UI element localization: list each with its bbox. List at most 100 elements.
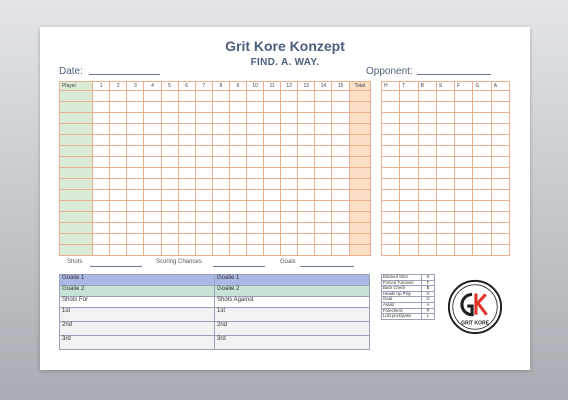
period-cell[interactable]: [109, 156, 128, 168]
stat-cell[interactable]: [380, 189, 401, 201]
date-line[interactable]: [89, 74, 160, 75]
period-cell[interactable]: [126, 200, 145, 212]
period-cell[interactable]: [177, 101, 196, 113]
stat-cell[interactable]: [417, 244, 437, 256]
period-cell[interactable]: [143, 112, 162, 124]
period-cell[interactable]: [92, 167, 111, 179]
player-name-cell[interactable]: [58, 211, 94, 223]
period-cell[interactable]: [211, 189, 230, 201]
stat-cell[interactable]: [454, 123, 474, 135]
shots-for-2nd[interactable]: 2nd: [59, 321, 215, 336]
stat-cell[interactable]: [454, 244, 474, 256]
stat-cell[interactable]: [454, 222, 474, 234]
stat-cell[interactable]: [399, 145, 419, 157]
player-name-cell[interactable]: [58, 156, 94, 168]
period-cell[interactable]: [280, 101, 299, 113]
shots-for-3rd[interactable]: 3rd: [59, 335, 215, 350]
period-cell[interactable]: [228, 145, 247, 157]
period-cell[interactable]: [228, 178, 247, 190]
period-cell[interactable]: [331, 211, 350, 223]
stat-cell[interactable]: [472, 101, 492, 113]
stat-cell[interactable]: [399, 112, 419, 124]
period-cell[interactable]: [126, 233, 145, 245]
period-cell[interactable]: [143, 189, 162, 201]
stat-cell[interactable]: [472, 112, 492, 124]
period-cell[interactable]: [263, 167, 282, 179]
period-cell[interactable]: [143, 222, 162, 234]
period-cell[interactable]: [194, 134, 213, 146]
period-cell[interactable]: [297, 222, 316, 234]
period-cell[interactable]: [331, 90, 350, 102]
stat-cell[interactable]: [454, 178, 474, 190]
total-cell[interactable]: [348, 189, 372, 201]
period-cell[interactable]: [331, 244, 350, 256]
period-cell[interactable]: [160, 123, 179, 135]
period-cell[interactable]: [314, 156, 333, 168]
stat-cell[interactable]: [399, 244, 419, 256]
period-cell[interactable]: [297, 244, 316, 256]
period-cell[interactable]: [126, 178, 145, 190]
period-cell[interactable]: [211, 90, 230, 102]
period-cell[interactable]: [228, 222, 247, 234]
period-cell[interactable]: [331, 123, 350, 135]
period-cell[interactable]: [297, 90, 316, 102]
stat-cell[interactable]: [472, 211, 492, 223]
player-name-cell[interactable]: [58, 167, 94, 179]
stat-cell[interactable]: [435, 134, 456, 146]
stat-cell[interactable]: [435, 211, 456, 223]
period-cell[interactable]: [228, 101, 247, 113]
opponent-line[interactable]: [417, 74, 491, 75]
stat-cell[interactable]: [490, 90, 511, 102]
stat-cell[interactable]: [380, 134, 401, 146]
period-cell[interactable]: [314, 244, 333, 256]
period-cell[interactable]: [109, 90, 128, 102]
goals-line[interactable]: [300, 266, 354, 267]
period-cell[interactable]: [280, 233, 299, 245]
period-cell[interactable]: [280, 222, 299, 234]
period-cell[interactable]: [245, 222, 265, 234]
period-cell[interactable]: [177, 134, 196, 146]
period-cell[interactable]: [263, 211, 282, 223]
stat-cell[interactable]: [454, 233, 474, 245]
period-cell[interactable]: [263, 123, 282, 135]
stat-cell[interactable]: [435, 233, 456, 245]
period-cell[interactable]: [177, 123, 196, 135]
period-cell[interactable]: [297, 145, 316, 157]
goalie-1-left[interactable]: Goalie 1: [59, 274, 215, 286]
total-cell[interactable]: [348, 178, 372, 190]
period-cell[interactable]: [126, 222, 145, 234]
stat-cell[interactable]: [472, 233, 492, 245]
period-cell[interactable]: [297, 178, 316, 190]
period-cell[interactable]: [160, 200, 179, 212]
stat-cell[interactable]: [417, 123, 437, 135]
stat-cell[interactable]: [399, 189, 419, 201]
period-cell[interactable]: [126, 134, 145, 146]
period-cell[interactable]: [228, 200, 247, 212]
stat-cell[interactable]: [399, 211, 419, 223]
stat-cell[interactable]: [490, 123, 511, 135]
period-cell[interactable]: [160, 167, 179, 179]
period-cell[interactable]: [109, 167, 128, 179]
stat-cell[interactable]: [380, 101, 401, 113]
period-cell[interactable]: [280, 178, 299, 190]
period-cell[interactable]: [297, 123, 316, 135]
stat-cell[interactable]: [472, 222, 492, 234]
stat-cell[interactable]: [490, 101, 511, 113]
stat-cell[interactable]: [454, 200, 474, 212]
period-cell[interactable]: [126, 101, 145, 113]
stat-cell[interactable]: [472, 145, 492, 157]
period-cell[interactable]: [126, 145, 145, 157]
period-cell[interactable]: [211, 156, 230, 168]
period-cell[interactable]: [245, 200, 265, 212]
stat-cell[interactable]: [399, 123, 419, 135]
stat-cell[interactable]: [380, 112, 401, 124]
stat-cell[interactable]: [417, 189, 437, 201]
period-cell[interactable]: [194, 123, 213, 135]
period-cell[interactable]: [177, 244, 196, 256]
shots-line[interactable]: [90, 266, 142, 267]
period-cell[interactable]: [92, 178, 111, 190]
stat-cell[interactable]: [454, 156, 474, 168]
period-cell[interactable]: [331, 112, 350, 124]
period-cell[interactable]: [211, 222, 230, 234]
total-cell[interactable]: [348, 244, 372, 256]
